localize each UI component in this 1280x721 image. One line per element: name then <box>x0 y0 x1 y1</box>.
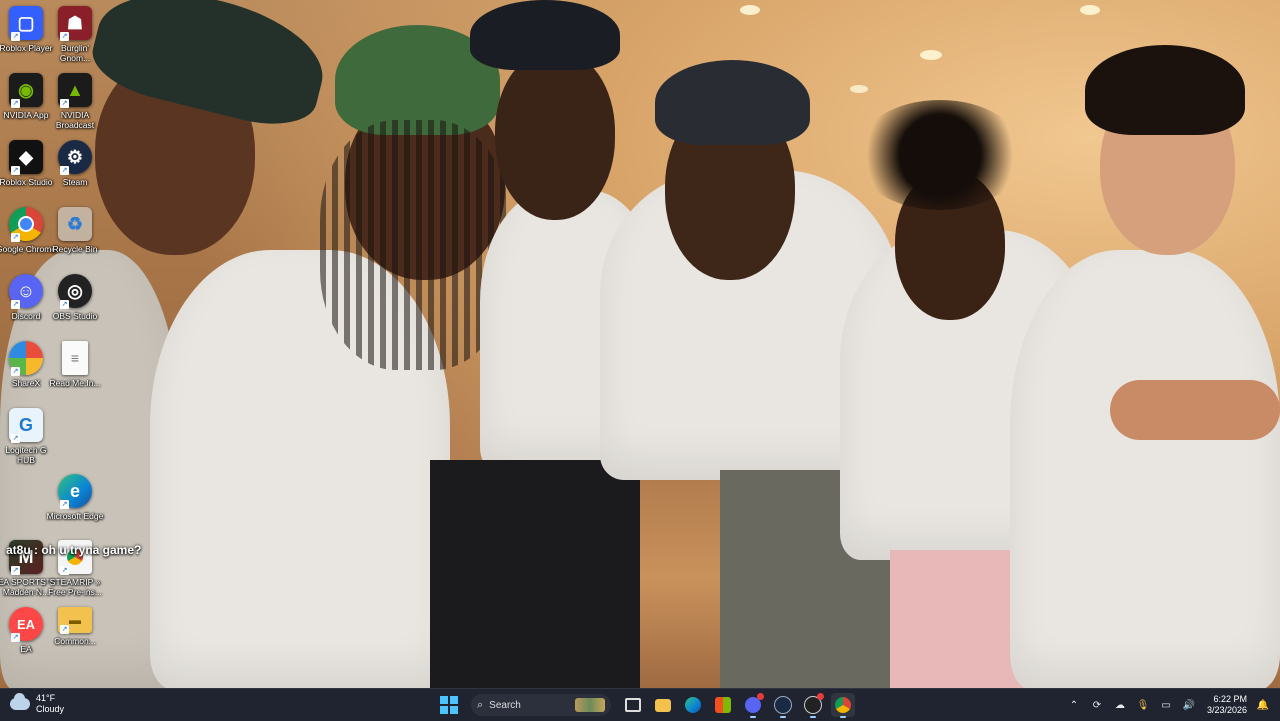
edge-button[interactable] <box>681 693 705 717</box>
steam-button[interactable] <box>771 693 795 718</box>
desktop-icon-microsoft-edge[interactable]: e ↗ Microsoft Edge <box>44 470 106 521</box>
desktop-icon-common-folder[interactable]: ▬ ↗ Common... <box>44 603 106 646</box>
desktop-icon-obs-studio[interactable]: ◎ ↗ OBS Studio <box>44 270 106 321</box>
windows-icon <box>440 696 458 714</box>
chat-overlay-caption: at8u : oh u tryna game? <box>6 543 142 557</box>
system-tray: ⌃ ⟳ ☁ 🎙 ▭ 🔊 6:22 PM 3/23/2026 🔔 <box>1067 691 1270 719</box>
folder-icon <box>655 698 671 712</box>
recording-badge <box>817 693 824 700</box>
desktop-icon-logitech-ghub[interactable]: G ↗ Logitech G HUB <box>0 404 57 465</box>
search-icon: ⌕ <box>477 698 484 711</box>
search-placeholder: Search <box>489 699 521 711</box>
taskbar: 41°F Cloudy ⌕ Search ⌃ ⟳ ☁ 🎙 ▭ 🔊 6:22 PM… <box>0 688 1280 721</box>
desktop-icon-burglin-gnomes[interactable]: ☗ ↗ Burglin' Gnom... <box>44 2 106 63</box>
microsoft-store-button[interactable] <box>711 693 735 717</box>
weather-condition: Cloudy <box>36 704 65 714</box>
desktop-icon-read-me[interactable]: ≡ Read Me.In... <box>44 337 106 388</box>
recycle-bin-icon: ♻ <box>58 207 92 241</box>
edge-icon <box>685 697 701 713</box>
desktop-icon-steam[interactable]: ⚙ ↗ Steam <box>44 136 106 187</box>
chrome-icon <box>835 697 851 713</box>
discord-button[interactable] <box>741 693 765 718</box>
task-view-icon <box>625 698 641 712</box>
chrome-button[interactable] <box>831 693 855 718</box>
cloud-icon <box>10 693 30 710</box>
sync-icon[interactable]: ⟳ <box>1090 698 1104 712</box>
file-explorer-button[interactable] <box>651 693 675 717</box>
clock-time: 6:22 PM <box>1213 694 1247 704</box>
chevron-up-icon[interactable]: ⌃ <box>1067 698 1081 712</box>
clock[interactable]: 6:22 PM 3/23/2026 <box>1207 694 1247 716</box>
text-file-icon: ≡ <box>62 341 88 375</box>
microphone-icon[interactable]: 🎙 <box>1136 698 1150 712</box>
weather-temp: 41°F <box>36 693 56 703</box>
store-icon <box>715 697 731 713</box>
volume-icon[interactable]: 🔊 <box>1182 698 1196 712</box>
notification-badge <box>757 693 764 700</box>
task-view-button[interactable] <box>621 693 645 717</box>
desktop-icon-recycle-bin[interactable]: ♻ Recycle Bin <box>44 203 106 254</box>
weather-widget[interactable]: 41°F Cloudy <box>10 693 64 715</box>
steam-icon <box>774 696 792 714</box>
clock-date: 3/23/2026 <box>1206 705 1247 715</box>
desktop-icon-nvidia-broadcast[interactable]: ▲ ↗ NVIDIA Broadcast <box>44 69 106 130</box>
search-highlight-image <box>575 698 605 712</box>
taskbar-apps: ⌕ Search <box>437 691 855 719</box>
start-button[interactable] <box>437 693 461 717</box>
notification-bell-icon[interactable]: 🔔 <box>1256 698 1270 712</box>
desktop-wallpaper <box>0 0 1280 688</box>
tray-app-icon[interactable]: ☁ <box>1113 698 1127 712</box>
taskbar-search[interactable]: ⌕ Search <box>471 694 611 716</box>
obs-button[interactable] <box>801 693 825 718</box>
network-icon[interactable]: ▭ <box>1159 698 1173 712</box>
